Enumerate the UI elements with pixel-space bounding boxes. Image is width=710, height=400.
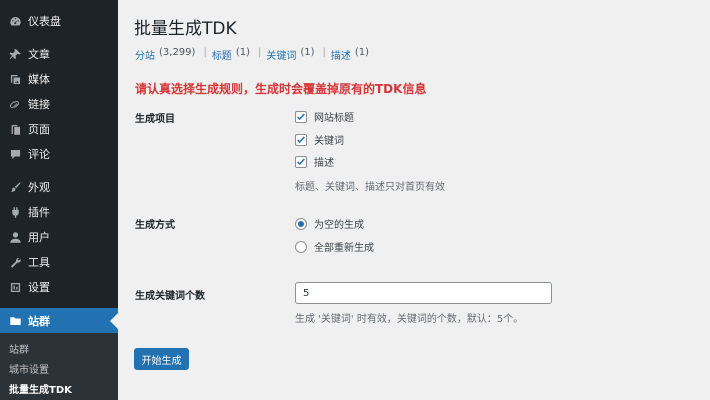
sidebar-item-media[interactable]: 媒体: [0, 67, 118, 91]
sidebar-item-links[interactable]: 链接: [0, 92, 118, 116]
checkbox-label: 描述: [314, 158, 334, 169]
comment-icon: [8, 147, 22, 161]
sidebar-item-label: 媒体: [28, 73, 50, 86]
mode-label: 生成方式: [135, 220, 175, 231]
sidebar-item-dashboard[interactable]: 仪表盘: [0, 9, 118, 33]
sidebar-item-label: 页面: [28, 123, 50, 136]
media-icon: [8, 72, 22, 86]
sidebar-item-tools[interactable]: 工具: [0, 250, 118, 274]
plugin-icon: [8, 205, 22, 219]
radio-selected[interactable]: [295, 217, 307, 230]
sidebar-item-users[interactable]: 用户: [0, 225, 118, 249]
filter-link-sites[interactable]: 分站: [135, 47, 155, 62]
checkbox-label: 网站标题: [314, 113, 354, 124]
checkmark-icon: [297, 113, 305, 121]
sidebar-item-settings[interactable]: 设置: [0, 275, 118, 299]
start-generate-button[interactable]: 开始生成: [134, 348, 189, 370]
sidebar-item-label: 工具: [28, 256, 50, 269]
settings-icon: [8, 280, 22, 294]
filter-link-keywords[interactable]: 关键词: [266, 47, 296, 62]
filter-count: (3,299): [159, 47, 196, 58]
sidebar-item-label: 链接: [28, 98, 50, 111]
submenu-item-site-group[interactable]: 站群: [9, 341, 29, 356]
page-icon: [8, 122, 22, 136]
page-title: 批量生成TDK: [134, 19, 237, 39]
sidebar-item-comments[interactable]: 评论: [0, 142, 118, 166]
main-content: 批量生成TDK 分站 (3,299) | 标题 (1) | 关键词 (1) | …: [118, 0, 710, 400]
items-description: 标题、关键词、描述只对首页有效: [295, 182, 445, 193]
brush-icon: [8, 180, 22, 194]
pin-icon: [8, 47, 22, 61]
filter-separator: |: [203, 47, 207, 58]
radio-label: 为空的生成: [314, 220, 364, 231]
checkbox-site-title[interactable]: 网站标题: [295, 109, 354, 124]
sidebar-item-label: 插件: [28, 206, 50, 219]
keyword-count-description: 生成 '关键词' 时有效，关键词的个数，默认：5个。: [295, 314, 524, 325]
admin-sidebar: 仪表盘 文章 媒体 链接 页面 评论 外观 插件 用户 工具 设置 站群 站群 …: [0, 0, 118, 400]
items-label: 生成项目: [135, 114, 175, 125]
checkbox-description[interactable]: 描述: [295, 154, 334, 169]
filter-link-title[interactable]: 标题: [212, 47, 232, 62]
checkbox-keywords[interactable]: 关键词: [295, 132, 344, 147]
submenu-item-batch-tdk[interactable]: 批量生成TDK: [9, 381, 72, 396]
sidebar-item-posts[interactable]: 文章: [0, 42, 118, 66]
checkbox-label: 关键词: [314, 136, 344, 147]
wrench-icon: [8, 255, 22, 269]
folder-icon: [8, 314, 22, 328]
checkmark-icon: [297, 158, 305, 166]
sidebar-item-label: 用户: [28, 231, 50, 244]
sidebar-item-label: 站群: [28, 314, 50, 328]
checkbox-checked[interactable]: [295, 110, 307, 123]
filter-count: (1): [300, 47, 315, 58]
sidebar-item-label: 文章: [28, 48, 50, 61]
user-icon: [8, 230, 22, 244]
sidebar-item-pages[interactable]: 页面: [0, 117, 118, 141]
checkmark-icon: [297, 136, 305, 144]
active-menu-arrow: [110, 312, 118, 329]
keyword-count-label: 生成关键词个数: [135, 291, 205, 302]
filter-link-description[interactable]: 描述: [331, 47, 351, 62]
sidebar-item-label: 评论: [28, 148, 50, 161]
sidebar-item-appearance[interactable]: 外观: [0, 175, 118, 199]
overwrite-warning: 请认真选择生成规则，生成时会覆盖掉原有的TDK信息: [135, 82, 427, 96]
checkbox-checked[interactable]: [295, 155, 307, 168]
radio-regenerate-all[interactable]: 全部重新生成: [295, 239, 374, 254]
sidebar-item-label: 仪表盘: [28, 15, 61, 28]
filter-separator: |: [322, 47, 326, 58]
filter-links: 分站 (3,299) | 标题 (1) | 关键词 (1) | 描述 (1): [135, 47, 369, 62]
radio-unselected[interactable]: [295, 240, 307, 253]
radio-empty-only[interactable]: 为空的生成: [295, 216, 364, 231]
checkbox-checked[interactable]: [295, 133, 307, 146]
sidebar-item-label: 设置: [28, 281, 50, 294]
radio-label: 全部重新生成: [314, 243, 374, 254]
sidebar-item-site-group[interactable]: 站群: [0, 308, 118, 333]
sidebar-submenu: 站群 城市设置 批量生成TDK: [0, 333, 118, 400]
filter-separator: |: [257, 47, 262, 58]
link-icon: [8, 97, 22, 111]
dashboard-icon: [8, 14, 22, 28]
keyword-count-input[interactable]: [295, 282, 552, 304]
filter-count: (1): [354, 47, 370, 58]
filter-count: (1): [235, 47, 250, 58]
submenu-item-city-settings[interactable]: 城市设置: [9, 361, 49, 376]
sidebar-item-plugins[interactable]: 插件: [0, 200, 118, 224]
sidebar-item-label: 外观: [28, 181, 50, 194]
